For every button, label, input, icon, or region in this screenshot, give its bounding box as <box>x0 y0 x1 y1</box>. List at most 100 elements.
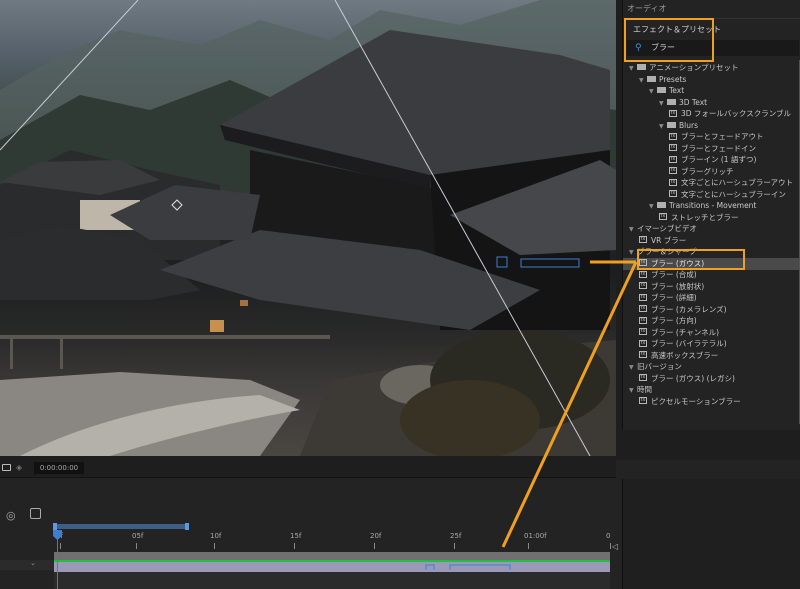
ruler-tick-label: 05f <box>132 532 144 540</box>
tree-item-label: 文字ごとにハーシュブラーイン <box>681 189 786 199</box>
effect-item[interactable]: fx ブラー (チャンネル) <box>623 327 800 339</box>
effects-tree: ▼ アニメーションプリセット ▼ Presets ▼ Text ▼ 3D Text fx 3D フ… <box>623 56 800 430</box>
motion-blur-icon[interactable]: ◎ <box>6 509 16 522</box>
ruler-tick <box>528 543 529 549</box>
tree-folder[interactable]: ▼ Transitions - Movement <box>623 200 800 212</box>
effect-item[interactable]: fx ブラー (ガウス) (レガシ) <box>623 373 800 385</box>
tree-folder[interactable]: ▼ Presets <box>623 74 800 86</box>
effect-item[interactable]: fx ブラー (放射状) <box>623 281 800 293</box>
ruler-tick-label: 10f <box>210 532 222 540</box>
effect-preset-icon: fx <box>669 190 677 197</box>
effect-preset-icon: fx <box>639 305 647 312</box>
effect-item[interactable]: fx 3D フォールバックスクランブル <box>623 108 800 120</box>
effect-preset-icon: fx <box>639 339 647 347</box>
work-area-bar[interactable] <box>53 523 189 530</box>
composition-preview[interactable] <box>0 0 616 456</box>
tree-item-label: Presets <box>659 74 687 84</box>
folder-icon <box>657 87 666 93</box>
tree-item-label: Text <box>669 86 685 95</box>
time-ruler[interactable]: 0f05f10f15f20f25f01:00f0 <box>54 530 611 550</box>
effect-item[interactable]: fx ブラー (詳細) <box>623 292 800 304</box>
tree-item-label: VR ブラー <box>651 235 687 245</box>
graph-editor-icon[interactable] <box>30 508 41 519</box>
show-snapshot-icon[interactable]: ◈ <box>16 463 22 472</box>
tree-folder[interactable]: ▼ アニメーションプリセット <box>623 62 800 74</box>
tree-folder[interactable]: ▼ 旧バージョン <box>623 361 800 373</box>
tree-folder[interactable]: ▼ Blurs <box>623 120 800 132</box>
timeline-right-empty <box>622 479 800 589</box>
tree-item-label: アニメーションプリセット <box>649 63 739 72</box>
ruler-tick <box>454 543 455 549</box>
work-area-start-handle[interactable] <box>53 523 57 530</box>
timeline-area: ◎ 0f05f10f15f20f25f01:00f0 ⌄ ◁ <box>0 479 800 589</box>
effect-item[interactable]: fx 文字ごとにハーシュブラーイン <box>623 189 800 201</box>
tree-item-label: 3D Text <box>679 97 708 107</box>
effect-item[interactable]: fx ブラー (合成) <box>623 269 800 281</box>
folder-icon <box>657 202 666 208</box>
ruler-tick-label: 25f <box>450 532 462 540</box>
highlight-box-search <box>624 18 714 62</box>
tree-folder[interactable]: ▼ 時間 <box>623 384 800 396</box>
effect-item[interactable]: fx ブラーグリッチ <box>623 166 800 178</box>
effect-preset-icon: fx <box>669 167 677 174</box>
effect-preset-icon: fx <box>639 282 647 289</box>
ruler-tick-label: 20f <box>370 532 382 540</box>
tree-item-label: ブラー (ガウス) (レガシ) <box>651 373 735 383</box>
current-timecode[interactable]: 0:00:00:00 <box>34 462 84 474</box>
effect-item[interactable]: fx ブラーイン (1 語ずつ) <box>623 154 800 166</box>
effect-preset-icon: fx <box>639 397 647 404</box>
effect-item[interactable]: fx ピクセルモーションブラー <box>623 396 800 408</box>
tree-item-label: ブラーとフェードイン <box>681 143 756 153</box>
effect-item[interactable]: fx ブラー (バイラテラル) <box>623 338 800 350</box>
ruler-tick-label: 15f <box>290 532 302 540</box>
chevron-down-icon[interactable]: ⌄ <box>30 559 36 567</box>
tree-item-label: Transitions - Movement <box>669 201 757 210</box>
effect-item[interactable]: fx ブラー (方向) <box>623 315 800 327</box>
tree-item-label: イマーシブビデオ <box>637 224 697 233</box>
effect-preset-icon: fx <box>669 178 677 186</box>
timeline-empty-track <box>54 572 610 589</box>
drop-target-outline <box>425 564 511 570</box>
tree-item-label: 3D フォールバックスクランブル <box>681 109 791 118</box>
tree-item-label: 高速ボックスブラー <box>651 350 719 360</box>
effects-presets-panel: オーディオ エフェクト＆プリセット ⚲ ブラー ▼ アニメーションプリセット ▼ Pr… <box>622 0 800 430</box>
effect-item[interactable]: fx VR ブラー <box>623 235 800 247</box>
ruler-tick <box>136 543 137 549</box>
tree-item-label: 旧バージョン <box>637 362 682 371</box>
effect-preset-icon: fx <box>669 132 677 140</box>
effect-item[interactable]: fx ブラーとフェードイン <box>623 143 800 155</box>
effect-item[interactable]: fx ブラー (カメラレンズ) <box>623 304 800 316</box>
tree-folder[interactable]: ▼ Text <box>623 85 800 97</box>
tree-folder[interactable]: ▼ イマーシブビデオ <box>623 223 800 235</box>
audio-panel-tab[interactable]: オーディオ <box>623 0 800 17</box>
effect-item[interactable]: fx ストレッチとブラー <box>623 212 800 224</box>
tree-folder[interactable]: ▼ 3D Text <box>623 97 800 109</box>
folder-icon <box>667 121 676 128</box>
effect-preset-icon: fx <box>669 155 677 163</box>
preview-image <box>0 0 616 456</box>
ruler-tick-label: 0 <box>606 532 611 540</box>
preview-footer: ◈ 0:00:00:00 <box>0 460 616 478</box>
effect-item[interactable]: fx 文字ごとにハーシュブラーアウト <box>623 177 800 189</box>
snapshot-camera-icon[interactable] <box>2 464 11 471</box>
work-area-end-handle[interactable] <box>185 523 189 530</box>
effect-item[interactable]: fx ブラーとフェードアウト <box>623 131 800 143</box>
tree-item-label: ブラーとフェードアウト <box>681 132 764 141</box>
ruler-tick <box>374 543 375 549</box>
effect-preset-icon: fx <box>639 270 647 278</box>
tree-item-label: ブラー (方向) <box>651 316 697 325</box>
effect-preset-icon: fx <box>639 293 647 301</box>
tree-item-label: ブラーグリッチ <box>681 166 734 176</box>
layer-duration-bar[interactable] <box>54 560 610 572</box>
tree-item-label: ブラー (バイラテラル) <box>651 339 727 348</box>
ruler-tick <box>214 543 215 549</box>
ruler-tick <box>60 543 61 549</box>
effect-preset-icon: fx <box>669 109 677 117</box>
effect-item[interactable]: fx 高速ボックスブラー <box>623 350 800 362</box>
effect-preset-icon: fx <box>639 316 647 324</box>
tree-item-label: 時間 <box>637 385 652 394</box>
folder-icon <box>637 64 646 70</box>
ruler-tick <box>610 543 611 549</box>
timeline-panel: ◈ 0:00:00:00 ◎ 0f05f10f15f20f25f01:00f0 … <box>0 460 800 589</box>
tree-item-label: ブラーイン (1 語ずつ) <box>681 155 757 164</box>
